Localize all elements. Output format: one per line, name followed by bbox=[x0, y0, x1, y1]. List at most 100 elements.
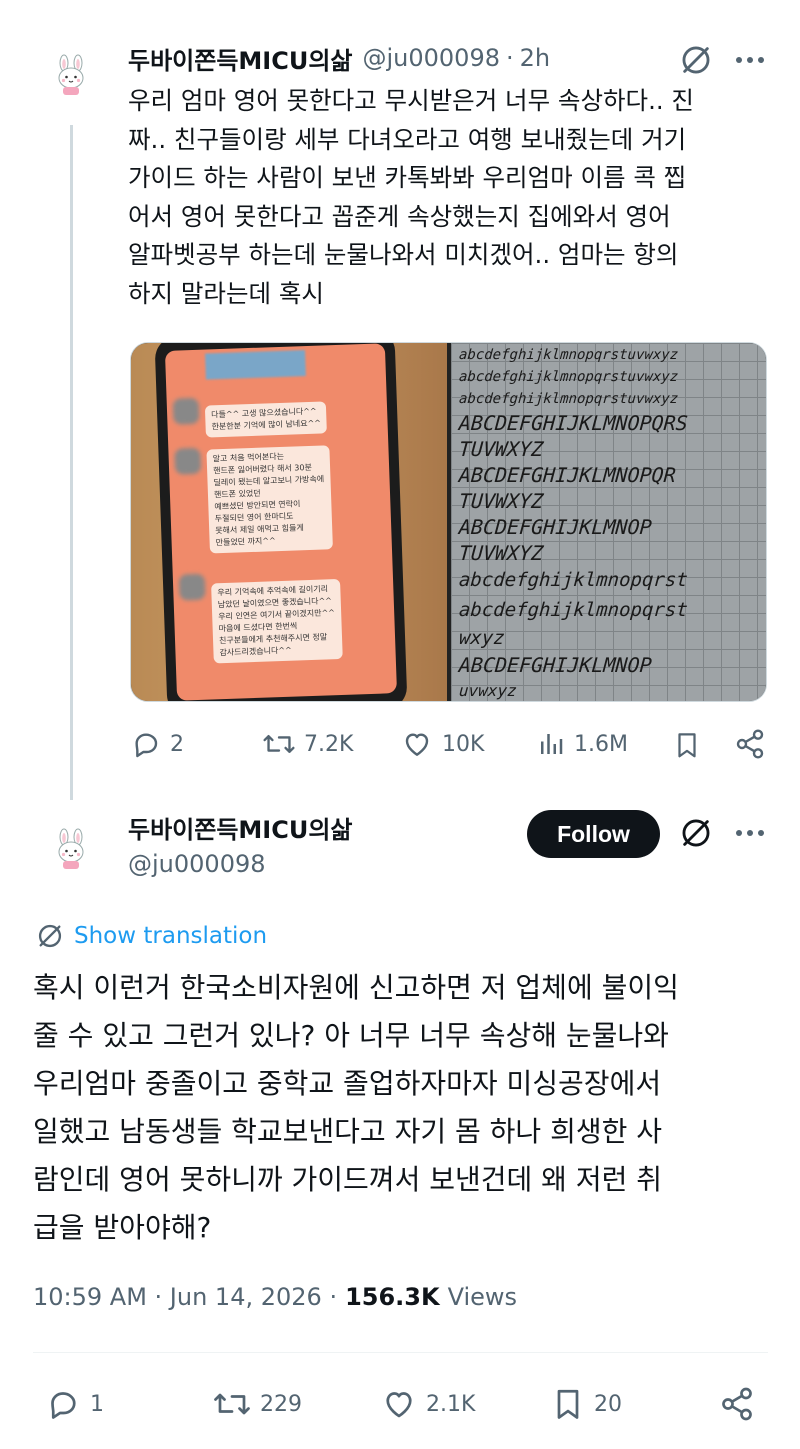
bunny-avatar-icon bbox=[58, 54, 84, 95]
views-button[interactable]: 1.6M bbox=[536, 728, 628, 760]
handwriting-line: abcdefghijklmnopqrstuvwxyz bbox=[458, 347, 679, 363]
reply-button[interactable]: 2 bbox=[130, 728, 184, 760]
like-count: 2.1K bbox=[426, 1391, 476, 1417]
like-icon bbox=[405, 733, 429, 756]
handwriting-line: ABCDEFGHIJKLMNOPQRS bbox=[458, 411, 689, 435]
repost-count: 7.2K bbox=[304, 731, 354, 757]
tweet-text: 우리 엄마 영어 못한다고 무시받은거 너무 속상하다.. 진 짜.. 친구들이… bbox=[128, 82, 768, 313]
bunny-avatar-icon bbox=[58, 828, 84, 869]
phone-photo: 다들^^ 고생 많으셨습니다^^ 한분한분 기억에 많이 남네요^^ 알고 처음… bbox=[154, 343, 408, 701]
bookmark-icon bbox=[557, 1389, 579, 1419]
author-name[interactable]: 두바이쫀득MICU의삶 bbox=[128, 810, 352, 845]
bookmark-button[interactable]: 20 bbox=[550, 1384, 622, 1424]
tweet-text-line: 어서 영어 못한다고 꼽준게 속상했는지 집에와서 영어 bbox=[128, 201, 671, 231]
like-count: 10K bbox=[442, 731, 485, 757]
chat-line: 만들었던 까지^^ bbox=[215, 536, 276, 548]
media-photo-handwriting[interactable]: abcdefghijklmnopqrstuvwxyz abcdefghijklm… bbox=[451, 343, 766, 701]
repost-count: 229 bbox=[260, 1391, 302, 1417]
share-button[interactable] bbox=[718, 1386, 756, 1422]
tweet-text-line: 가이드 하는 사람이 보낸 카톡봐봐 우리엄마 이름 콕 찝 bbox=[128, 163, 687, 192]
divider bbox=[33, 1352, 768, 1353]
views-icon bbox=[541, 734, 563, 754]
repost-button[interactable]: 229 bbox=[212, 1386, 302, 1422]
blurred-avatar bbox=[174, 447, 202, 475]
handwriting-line: ABCDEFGHIJKLMNOP bbox=[458, 653, 653, 677]
handwriting-line: uvwxyz bbox=[458, 681, 518, 700]
reply-icon bbox=[51, 1392, 76, 1419]
reply-count: 2 bbox=[170, 731, 184, 757]
grok-button[interactable] bbox=[676, 813, 716, 853]
reply-button[interactable]: 1 bbox=[44, 1386, 104, 1422]
author-avatar[interactable] bbox=[48, 826, 94, 872]
reply-icon bbox=[135, 733, 158, 758]
handwriting-line: TUVWXYZ bbox=[458, 437, 545, 461]
blurred-header bbox=[205, 350, 306, 380]
follow-button[interactable]: Follow bbox=[527, 810, 660, 858]
blurred-avatar bbox=[172, 397, 200, 425]
views-label: Views bbox=[447, 1283, 518, 1311]
more-icon bbox=[736, 830, 764, 836]
views-count: 156.3K bbox=[345, 1283, 440, 1311]
tweet-text-line: 알파벳공부 하는데 눈물나와서 미치겠어.. 엄마는 항의 bbox=[128, 240, 679, 269]
handwriting-line: ABCDEFGHIJKLMNOPQR bbox=[458, 463, 677, 487]
more-options-button[interactable] bbox=[730, 813, 770, 853]
tweet-text-line: 우리엄마 중졸이고 중학교 졸업하자마자 미싱공장에서 bbox=[33, 1067, 662, 1100]
chat-bubble: 알고 처음 먹어본다는 핸드폰 잃어버렸다 해서 30분 딜레이 됐는데 알고보… bbox=[206, 445, 333, 554]
translate-icon bbox=[38, 924, 62, 948]
bookmark-button[interactable] bbox=[672, 728, 702, 762]
tweet-text-line: 짜.. 친구들이랑 세부 다녀오라고 여행 보내줬는데 거기 bbox=[128, 124, 687, 154]
like-icon bbox=[386, 1392, 412, 1418]
handwriting-line: wxyz bbox=[458, 627, 506, 649]
tweet-text-line: 람인데 영어 못하니까 가이드껴서 보낸건데 왜 저런 취 bbox=[33, 1163, 663, 1196]
bookmark-icon bbox=[678, 733, 696, 758]
handwriting-line: ABCDEFGHIJKLMNOP bbox=[458, 515, 653, 539]
bookmark-count: 20 bbox=[594, 1391, 622, 1417]
share-icon bbox=[736, 729, 764, 759]
media-photo-chat[interactable]: 다들^^ 고생 많으셨습니다^^ 한분한분 기억에 많이 남네요^^ 알고 처음… bbox=[131, 343, 447, 701]
tweet-media-grid[interactable]: 다들^^ 고생 많으셨습니다^^ 한분한분 기억에 많이 남네요^^ 알고 처음… bbox=[130, 342, 767, 702]
author-handle[interactable]: @ju000098 bbox=[362, 44, 500, 72]
share-button[interactable] bbox=[734, 728, 766, 760]
tweet-text-line: 우리 엄마 영어 못한다고 무시받은거 너무 속상하다.. 진 bbox=[128, 86, 694, 115]
repost-icon bbox=[214, 1393, 250, 1415]
tweet-header: 두바이쫀득MICU의삶 @ju000098 · 2h bbox=[128, 40, 550, 76]
handwriting-line: TUVWXYZ bbox=[458, 541, 545, 565]
like-button[interactable]: 2.1K bbox=[380, 1386, 475, 1422]
handwriting-line: abcdefghijklmnopqrstuvwxyz bbox=[458, 369, 679, 385]
reply-count: 1 bbox=[90, 1391, 104, 1417]
blurred-avatar bbox=[178, 573, 206, 601]
grok-icon bbox=[682, 46, 710, 74]
tweet-text-line: 하지 말라는데 혹시 bbox=[128, 278, 324, 308]
author-handle[interactable]: @ju000098 bbox=[128, 850, 266, 878]
tweet-text-line: 일했고 남동생들 학교보낸다고 자기 몸 하나 희생한 사 bbox=[33, 1115, 663, 1148]
show-translation-label[interactable]: Show translation bbox=[74, 923, 267, 949]
grok-button[interactable] bbox=[676, 40, 716, 80]
tweet-text-line: 혹시 이런거 한국소비자원에 신고하면 저 업체에 불이익 bbox=[33, 971, 679, 1004]
chat-bubble: 다들^^ 고생 많으셨습니다^^ 한분한분 기억에 많이 남네요^^ bbox=[204, 401, 328, 438]
chat-bubble: 우리 기억속에 추억속에 길이기리 남았던 날이였으면 좋겠습니다^^ 우리 인… bbox=[211, 578, 343, 664]
show-translation-link[interactable]: Show translation bbox=[36, 922, 267, 950]
tweet-timestamp[interactable]: 10:59 AM · Jun 14, 2026 · bbox=[33, 1283, 337, 1311]
thread-connector-line bbox=[70, 125, 73, 800]
phone-screen: 다들^^ 고생 많으셨습니다^^ 한분한분 기억에 많이 남네요^^ 알고 처음… bbox=[164, 343, 398, 701]
chat-line: 한분한분 기억에 많이 남네요^^ bbox=[211, 418, 322, 432]
share-icon bbox=[722, 1387, 752, 1421]
tweet-text-line: 줄 수 있고 그런거 있나? 아 너무 너무 속상해 눈물나와 bbox=[33, 1019, 669, 1052]
like-button[interactable]: 10K bbox=[400, 728, 484, 760]
tweet-meta: 10:59 AM · Jun 14, 2026 · 156.3K Views bbox=[33, 1283, 517, 1311]
tweet-text-line: 급을 받아야해? bbox=[33, 1211, 212, 1244]
handwriting-line: abcdefghijklmnopqrst bbox=[458, 599, 689, 621]
more-icon bbox=[736, 57, 764, 63]
repost-button[interactable]: 7.2K bbox=[262, 728, 353, 760]
tweet-time[interactable]: 2h bbox=[520, 44, 550, 72]
author-name[interactable]: 두바이쫀득MICU의삶 bbox=[128, 41, 352, 76]
grok-icon bbox=[682, 819, 710, 847]
views-count: 1.6M bbox=[574, 731, 628, 757]
handwriting-line: TUVWXYZ bbox=[458, 489, 545, 513]
handwriting-line: abcdefghijklmnopqrstuvwxyz bbox=[458, 391, 679, 407]
author-avatar[interactable] bbox=[48, 52, 94, 98]
separator-dot: · bbox=[505, 44, 514, 72]
tweet-text: 혹시 이런거 한국소비자원에 신고하면 저 업체에 불이익 줄 수 있고 그런거… bbox=[33, 964, 773, 1252]
repost-icon bbox=[263, 734, 295, 754]
more-options-button[interactable] bbox=[730, 40, 770, 80]
